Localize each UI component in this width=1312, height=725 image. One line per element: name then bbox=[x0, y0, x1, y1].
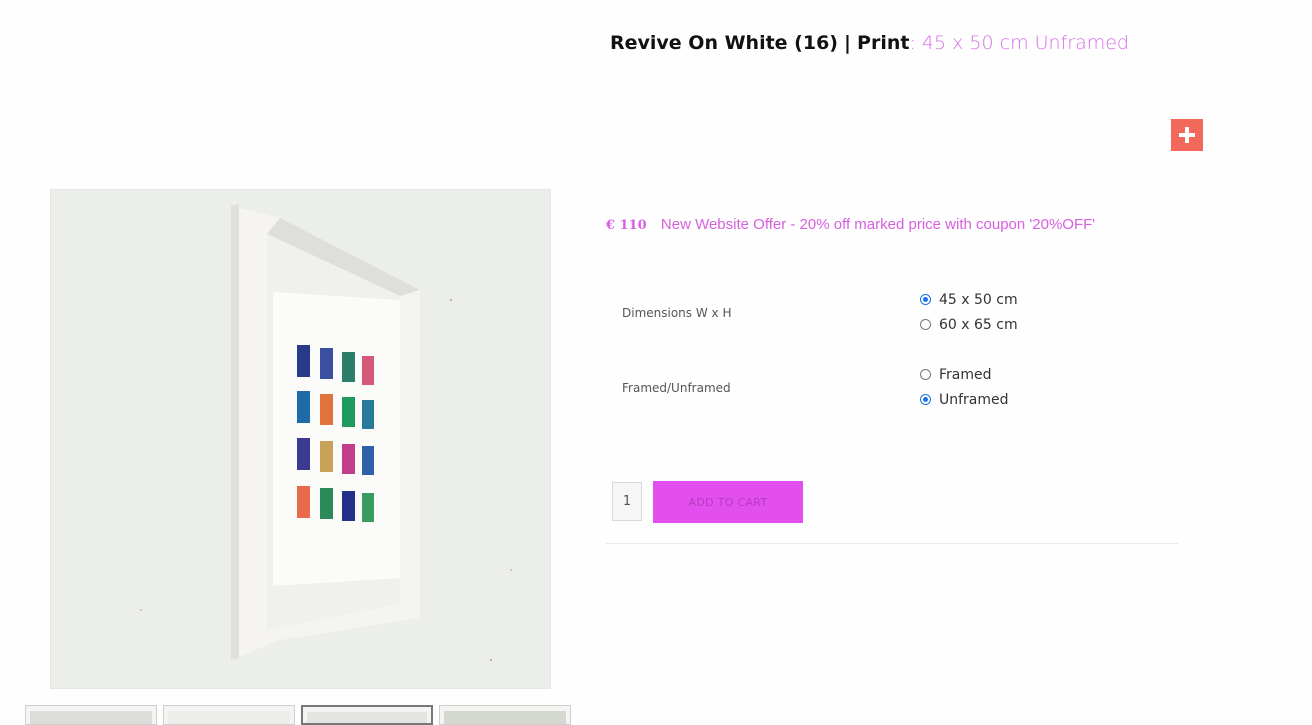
framing-option-framed[interactable]: Framed bbox=[920, 366, 992, 384]
option-label: Unframed bbox=[939, 392, 1009, 408]
price-offer-line: € 110 New Website Offer - 20% off marked… bbox=[606, 216, 1095, 233]
offer-text: New Website Offer - 20% off marked price… bbox=[660, 216, 1096, 233]
option-label: Framed bbox=[939, 367, 992, 383]
title-separator: | bbox=[844, 32, 851, 54]
divider bbox=[606, 543, 1178, 544]
framed-artwork-photo bbox=[51, 190, 550, 688]
thumbnail-2[interactable] bbox=[163, 705, 295, 725]
thumbnail-4[interactable] bbox=[439, 705, 571, 725]
thumbnail-1[interactable] bbox=[25, 705, 157, 725]
thumbnail-3[interactable] bbox=[301, 705, 433, 725]
radio-checked-icon[interactable] bbox=[920, 294, 931, 305]
selected-variant: 45 x 50 cm Unframed bbox=[921, 32, 1129, 54]
dimensions-label: Dimensions W x H bbox=[622, 306, 732, 320]
price: € 110 bbox=[606, 218, 647, 233]
framing-label: Framed/Unframed bbox=[622, 381, 731, 395]
option-label: 45 x 50 cm bbox=[939, 292, 1018, 308]
radio-unchecked-icon[interactable] bbox=[920, 369, 931, 380]
product-name: Revive On White (16) bbox=[610, 32, 838, 54]
dimension-option-45x50[interactable]: 45 x 50 cm bbox=[920, 291, 1018, 309]
share-plus-button[interactable] bbox=[1171, 119, 1203, 151]
product-type: Print bbox=[857, 32, 910, 54]
radio-checked-icon[interactable] bbox=[920, 394, 931, 405]
option-label: 60 x 65 cm bbox=[939, 317, 1018, 333]
product-main-image bbox=[50, 189, 551, 689]
add-to-cart-button[interactable]: ADD TO CART bbox=[653, 481, 803, 523]
quantity-input[interactable]: 1 bbox=[612, 482, 642, 521]
product-title: Revive On White (16) | Print: 45 x 50 cm… bbox=[610, 32, 1129, 54]
framing-option-unframed[interactable]: Unframed bbox=[920, 391, 1009, 409]
variant-prefix: : bbox=[909, 32, 916, 54]
dimension-option-60x65[interactable]: 60 x 65 cm bbox=[920, 316, 1018, 334]
radio-unchecked-icon[interactable] bbox=[920, 319, 931, 330]
